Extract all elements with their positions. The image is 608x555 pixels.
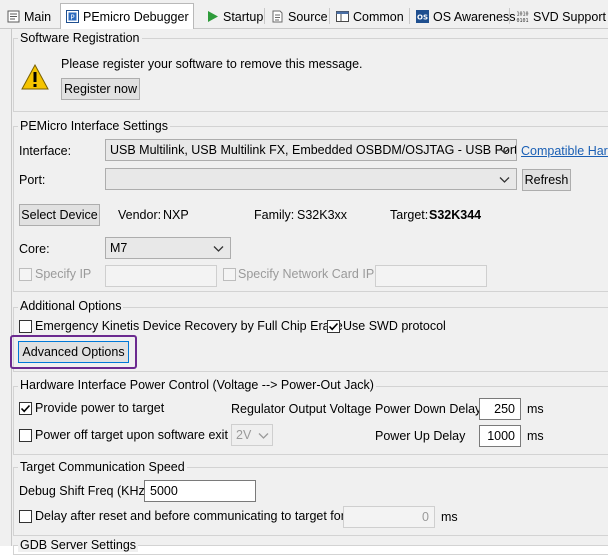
svg-text:P: P: [70, 13, 74, 21]
vendor-value: NXP: [163, 208, 189, 222]
gdb-server-settings-label: GDB Server Settings: [18, 538, 139, 552]
chevron-down-icon: [258, 433, 269, 439]
delay-after-reset-field[interactable]: 0: [343, 506, 435, 528]
target-value: S32K344: [429, 208, 482, 222]
interface-label: Interface:: [19, 144, 72, 158]
provide-power-checkbox[interactable]: [19, 402, 32, 415]
port-select[interactable]: [105, 168, 517, 190]
debugger-tab-icon: P: [66, 10, 79, 23]
select-device-button[interactable]: Select Device: [19, 204, 100, 226]
delay-after-reset-checkbox[interactable]: [19, 510, 32, 523]
tab-svd-support-label: SVD Support: [533, 9, 606, 24]
delay-after-reset-label: Delay after reset and before communicati…: [35, 509, 345, 523]
power-up-unit: ms: [527, 429, 544, 443]
software-registration-group: [13, 38, 608, 112]
interface-settings-label: PEMicro Interface Settings: [18, 119, 170, 133]
tab-source[interactable]: Source: [266, 5, 332, 28]
provide-power-label: Provide power to target: [35, 401, 165, 415]
delay-after-reset-unit: ms: [441, 510, 458, 524]
source-tab-icon: [271, 10, 284, 23]
tab-main-label: Main: [24, 9, 52, 24]
power-up-delay-field[interactable]: 1000: [479, 425, 521, 447]
compatible-hardware-link[interactable]: Compatible Hard: [521, 144, 608, 158]
checkmark-icon: [20, 404, 31, 413]
software-registration-label: Software Registration: [18, 31, 142, 45]
target-label: Target:: [390, 208, 429, 222]
power-off-on-exit-label: Power off target upon software exit: [35, 428, 228, 442]
os-awareness-tab-icon: OS: [416, 10, 429, 23]
additional-options-label: Additional Options: [18, 299, 124, 313]
regulator-voltage-value: 2V: [236, 428, 252, 442]
core-select-value: M7: [110, 241, 128, 255]
core-label: Core:: [19, 242, 50, 256]
checkmark-icon: [328, 322, 339, 331]
tab-bar: Main P PEmicro Debugger Startup Source C…: [0, 0, 608, 29]
specify-network-card-label: Specify Network Card IP: [238, 267, 375, 281]
tab-startup[interactable]: Startup: [201, 5, 267, 28]
register-now-button[interactable]: Register now: [61, 78, 140, 100]
registration-message: Please register your software to remove …: [61, 57, 363, 71]
svg-text:1010: 1010: [516, 12, 528, 18]
tab-os-awareness-label: OS Awareness: [433, 9, 516, 24]
regulator-voltage-select[interactable]: 2V: [231, 424, 273, 446]
specify-network-card-checkbox[interactable]: [223, 268, 236, 281]
tab-os-awareness[interactable]: OS OS Awareness: [411, 5, 519, 28]
comm-speed-group: [13, 467, 608, 536]
common-tab-icon: [336, 10, 349, 23]
interface-select[interactable]: USB Multilink, USB Multilink FX, Embedde…: [105, 139, 517, 161]
tab-startup-label: Startup: [223, 9, 264, 24]
emergency-recovery-label: Emergency Kinetis Device Recovery by Ful…: [35, 319, 343, 333]
family-label: Family:: [254, 208, 295, 222]
main-tab-icon: [7, 10, 20, 23]
power-down-delay-label: Power Down Delay: [375, 402, 482, 416]
tab-pemicro-debugger-label: PEmicro Debugger: [83, 9, 189, 24]
svg-text:0101: 0101: [516, 18, 528, 23]
startup-tab-icon: [206, 10, 219, 23]
regulator-voltage-label: Regulator Output Voltage: [231, 402, 372, 416]
core-select[interactable]: M7: [105, 237, 231, 259]
port-label: Port:: [19, 173, 46, 187]
use-swd-checkbox[interactable]: [327, 320, 340, 333]
chevron-down-icon: [499, 148, 510, 154]
specify-ip-label: Specify IP: [35, 267, 92, 281]
use-swd-label: Use SWD protocol: [343, 319, 446, 333]
refresh-button[interactable]: Refresh: [522, 169, 571, 191]
power-down-unit: ms: [527, 402, 544, 416]
svd-support-tab-icon: 1010 0101: [516, 10, 529, 25]
power-up-delay-label: Power Up Delay: [375, 429, 466, 443]
tab-main[interactable]: Main: [2, 5, 55, 28]
interface-select-value: USB Multilink, USB Multilink FX, Embedde…: [110, 143, 517, 157]
comm-speed-label: Target Communication Speed: [18, 460, 187, 474]
tab-common-label: Common: [353, 9, 404, 24]
power-down-delay-field[interactable]: 250: [479, 398, 521, 420]
advanced-options-button[interactable]: Advanced Options: [18, 341, 129, 363]
debug-shift-freq-field[interactable]: 5000: [144, 480, 256, 502]
warning-icon: [21, 63, 49, 90]
network-card-ip-field[interactable]: [375, 265, 487, 287]
power-control-label: Hardware Interface Power Control (Voltag…: [18, 378, 376, 392]
tab-source-label: Source: [288, 9, 328, 24]
tab-common[interactable]: Common: [331, 5, 408, 28]
emergency-recovery-checkbox[interactable]: [19, 320, 32, 333]
chevron-down-icon: [213, 246, 224, 252]
vendor-label: Vendor:: [118, 208, 162, 222]
family-value: S32K3xx: [297, 208, 348, 222]
chevron-down-icon: [499, 177, 510, 183]
debug-shift-freq-label: Debug Shift Freq (KHz): [19, 484, 149, 498]
specify-ip-checkbox[interactable]: [19, 268, 32, 281]
power-off-on-exit-checkbox[interactable]: [19, 429, 32, 442]
tab-svd-support[interactable]: 1010 0101 SVD Support: [511, 5, 608, 28]
svg-text:OS: OS: [417, 14, 428, 22]
tab-pemicro-debugger[interactable]: P PEmicro Debugger: [60, 3, 194, 29]
ip-address-field[interactable]: [105, 265, 217, 287]
